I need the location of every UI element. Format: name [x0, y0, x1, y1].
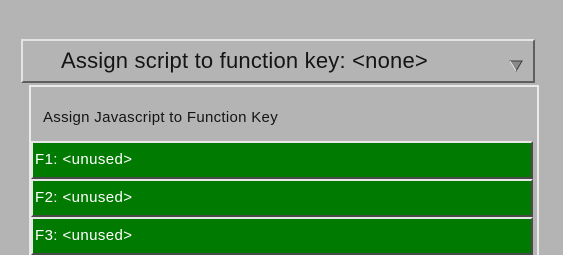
- dropdown-label: Assign script to function key: <none>: [61, 48, 428, 73]
- menu-title: Assign Javascript to Function Key: [43, 109, 279, 126]
- menu-item-f2[interactable]: F2: <unused>: [31, 179, 533, 217]
- dropdown-menu: Assign Javascript to Function Key F1: <u…: [29, 85, 539, 255]
- menu-item-f3[interactable]: F3: <unused>: [31, 217, 533, 255]
- menu-item-f1[interactable]: F1: <unused>: [31, 141, 533, 179]
- function-key-dropdown[interactable]: Assign script to function key: <none>: [21, 39, 535, 83]
- triangle-down-icon: [509, 60, 523, 72]
